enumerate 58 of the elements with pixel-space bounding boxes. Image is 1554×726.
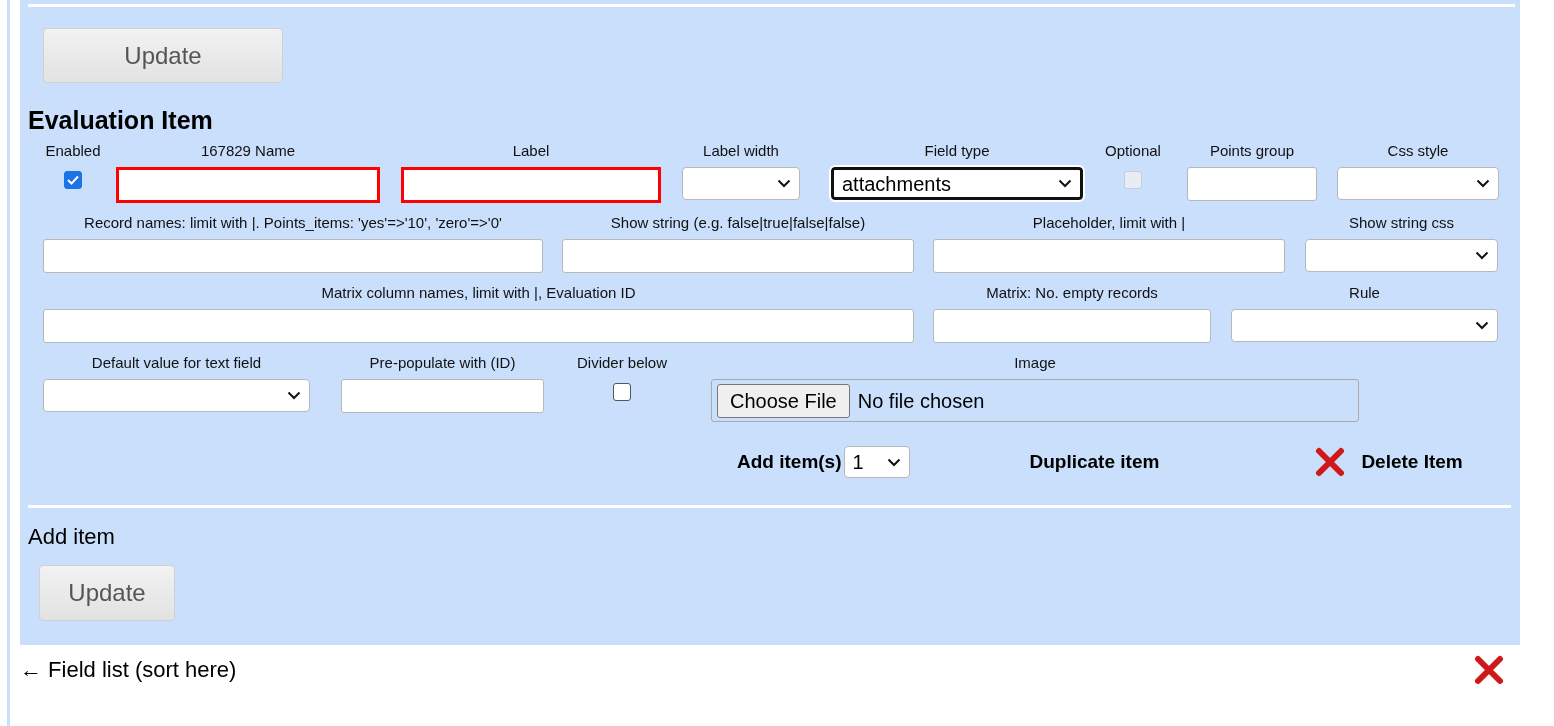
dropdown[interactable]	[1305, 239, 1498, 272]
field-label: Rule	[1348, 283, 1381, 303]
field-label: Divider below	[575, 353, 668, 373]
chevron-down-icon	[1058, 179, 1072, 188]
text-input[interactable]	[116, 167, 380, 203]
text-input[interactable]	[401, 167, 661, 203]
add-item-heading: Add item	[28, 523, 116, 551]
field-label: Label width	[702, 141, 780, 161]
field-label: Css style	[1386, 141, 1450, 161]
field-label: Image	[1013, 353, 1057, 373]
field-label: Field type	[923, 141, 991, 161]
field-label: Record names: limit with |. Points_items: 'yes'=>'10', 'zero'=>'0'	[83, 213, 503, 233]
update-button[interactable]: Update	[43, 28, 283, 83]
text-input[interactable]	[562, 239, 914, 273]
field-label: Default value for text field	[90, 353, 263, 373]
checkbox[interactable]	[64, 171, 82, 189]
text-input[interactable]	[933, 309, 1211, 343]
chevron-down-icon	[886, 457, 901, 467]
dropdown[interactable]: attachments	[831, 167, 1083, 200]
field-label: Matrix column names, limit with |, Evaluation ID	[320, 283, 637, 303]
text-input[interactable]	[933, 239, 1285, 273]
text-input[interactable]	[1187, 167, 1317, 201]
close-icon[interactable]	[1315, 447, 1346, 477]
add-items-label: Add item(s)	[737, 449, 842, 474]
field-label: Enabled	[44, 141, 102, 161]
count-dropdown[interactable]: 1	[843, 446, 910, 478]
field-label: Label	[511, 141, 551, 161]
field-list-link[interactable]: ← Field list (sort here)	[20, 653, 237, 686]
file-input[interactable]: Choose File No file chosen	[711, 379, 1359, 422]
dropdown[interactable]	[43, 379, 310, 412]
text-input[interactable]	[43, 239, 543, 273]
choose-file-button[interactable]: Choose File	[717, 383, 850, 418]
chevron-down-icon	[1475, 321, 1489, 330]
field-label: 167829 Name	[199, 141, 297, 161]
file-status: No file chosen	[857, 388, 985, 414]
field-label: Optional	[1104, 141, 1162, 161]
dropdown[interactable]	[682, 167, 800, 200]
chevron-down-icon	[1476, 179, 1490, 188]
dropdown[interactable]	[1231, 309, 1498, 342]
update-button[interactable]: Update	[39, 565, 175, 621]
field-label: Matrix: No. empty records	[985, 283, 1159, 303]
field-label: Placeholder, limit with |	[1031, 213, 1187, 233]
checkmark-icon	[67, 175, 79, 185]
checkbox[interactable]	[613, 383, 631, 401]
chevron-down-icon	[287, 391, 301, 400]
field-label: Pre-populate with (ID)	[368, 353, 517, 373]
section-title: Evaluation Item	[28, 105, 214, 135]
chevron-down-icon	[777, 179, 791, 188]
text-input[interactable]	[341, 379, 544, 413]
delete-item-button[interactable]: Delete Item	[1361, 447, 1463, 477]
chevron-down-icon	[1475, 251, 1489, 260]
field-label: Show string (e.g. false|true|false|false)	[609, 213, 867, 233]
text-input[interactable]	[43, 309, 914, 343]
dropdown[interactable]	[1337, 167, 1499, 200]
field-label: Points group	[1208, 141, 1296, 161]
duplicate-item-button[interactable]: Duplicate item	[1029, 447, 1160, 477]
close-icon[interactable]	[1474, 654, 1504, 685]
field-label: Show string css	[1347, 213, 1455, 233]
